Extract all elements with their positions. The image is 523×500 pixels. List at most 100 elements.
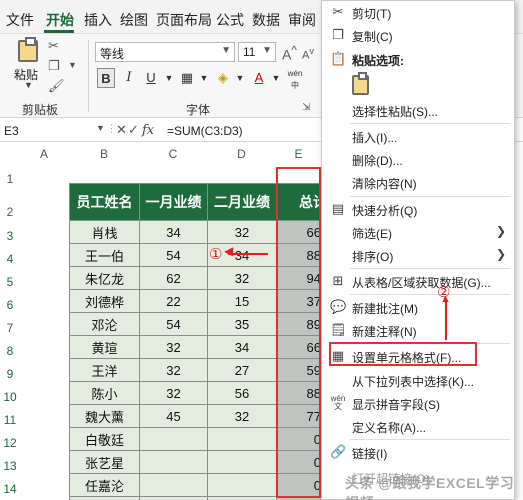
menu-item-new-note[interactable]: 🗒 新建注释(N) (322, 319, 514, 341)
cell-name[interactable]: 魏大薰 (69, 404, 140, 428)
tab-insert[interactable]: 插入 (84, 10, 112, 30)
menu-item-define-name[interactable]: 定义名称(A)... (322, 415, 514, 437)
format-painter-icon[interactable]: 🖌 (48, 78, 65, 94)
cell-january[interactable]: 54 (139, 312, 208, 336)
chevron-down-icon[interactable]: ▼ (160, 68, 178, 88)
column-header-b[interactable]: B (69, 145, 139, 163)
cell-name[interactable]: 白敬廷 (69, 427, 140, 451)
cell-name[interactable]: 黄瑄 (69, 335, 140, 359)
dialog-launcher-icon[interactable]: ⇲ (302, 102, 310, 113)
cell-february[interactable]: 15 (207, 289, 277, 313)
cell-january[interactable]: 32 (139, 381, 208, 405)
formula-input[interactable]: =SUM(C3:D3) (167, 124, 243, 138)
cell-name[interactable]: 任嘉沦 (69, 473, 140, 497)
cell-january[interactable] (139, 427, 208, 451)
cell-february[interactable] (207, 450, 277, 474)
cell-name[interactable]: 朱亿龙 (69, 266, 140, 290)
insert-function-icon[interactable]: fx (142, 123, 154, 138)
cell-february[interactable]: 32 (207, 266, 277, 290)
tab-home[interactable]: 开始 (46, 10, 74, 30)
menu-item-insert[interactable]: 插入(I)... (322, 125, 514, 147)
menu-item-pick-from-list[interactable]: 从下拉列表中选择(K)... (322, 369, 514, 391)
header-cell-february[interactable]: 二月业绩 (207, 183, 277, 221)
italic-button[interactable]: I (120, 68, 138, 88)
tab-file[interactable]: 文件 (6, 10, 34, 30)
cell-name[interactable]: 杨阳 (69, 496, 140, 500)
row-header[interactable]: 2 (0, 205, 20, 219)
menu-item-cut[interactable]: ✂ 剪切(T) (322, 1, 514, 23)
menu-item-sort[interactable]: 排序(O) ❯ (322, 244, 514, 266)
header-cell-name[interactable]: 员工姓名 (69, 183, 140, 221)
phonetic-guide-icon[interactable]: wén 中 (286, 68, 304, 90)
cell-february[interactable] (207, 427, 277, 451)
menu-item-clear[interactable]: 清除内容(N) (322, 171, 514, 193)
row-header[interactable]: 14 (0, 482, 20, 496)
tab-page-layout[interactable]: 页面布局 (156, 10, 212, 30)
cell-february[interactable]: 32 (207, 220, 277, 244)
paste-option-icon[interactable] (352, 72, 369, 95)
increase-font-icon[interactable]: A^ (282, 44, 297, 63)
cell-january[interactable]: 45 (139, 404, 208, 428)
tab-formulas[interactable]: 公式 (216, 10, 244, 30)
menu-item-new-comment[interactable]: 💬 新建批注(M) (322, 296, 514, 318)
chevron-down-icon[interactable]: ▼ (24, 80, 33, 90)
chevron-down-icon[interactable]: ▼ (267, 68, 285, 88)
cell-name[interactable]: 王一伯 (69, 243, 140, 267)
column-header-e[interactable]: E (276, 145, 321, 163)
cell-january[interactable] (139, 450, 208, 474)
row-header[interactable]: 1 (0, 172, 20, 186)
enter-icon[interactable]: ✓ (128, 122, 139, 138)
cell-name[interactable]: 邓沦 (69, 312, 140, 336)
row-header[interactable]: 8 (0, 344, 20, 358)
cell-name[interactable]: 陈小 (69, 381, 140, 405)
menu-item-get-data-from-table[interactable]: ⊞ 从表格/区域获取数据(G)... (322, 270, 514, 292)
font-name-select[interactable]: 等线 ▼ (95, 42, 235, 62)
font-size-select[interactable]: 11 ▼ (238, 42, 276, 62)
row-header[interactable]: 7 (0, 321, 20, 335)
menu-item-filter[interactable]: 筛选(E) ❯ (322, 221, 514, 243)
row-header[interactable]: 3 (0, 229, 20, 243)
cell-january[interactable] (139, 473, 208, 497)
decrease-font-icon[interactable]: Av (302, 46, 314, 62)
tab-data[interactable]: 数据 (252, 10, 280, 30)
row-header[interactable]: 13 (0, 459, 20, 473)
column-header-c[interactable]: C (139, 145, 207, 163)
cell-january[interactable]: 34 (139, 220, 208, 244)
column-header-a[interactable]: A (20, 145, 68, 163)
cell-january[interactable]: 32 (139, 358, 208, 382)
menu-item-delete[interactable]: 删除(D)... (322, 148, 514, 170)
copy-icon[interactable]: ❐ (48, 58, 60, 74)
tab-review[interactable]: 审阅 (288, 10, 316, 30)
cell-february[interactable] (207, 496, 277, 500)
chevron-down-icon[interactable]: ▼ (195, 68, 213, 88)
header-cell-january[interactable]: 一月业绩 (139, 183, 208, 221)
menu-item-copy[interactable]: ❐ 复制(C) (322, 24, 514, 46)
tab-draw[interactable]: 绘图 (120, 10, 148, 30)
cell-january[interactable]: 62 (139, 266, 208, 290)
row-header[interactable]: 4 (0, 252, 20, 266)
menu-item-paste-special[interactable]: 选择性粘贴(S)... (322, 99, 514, 121)
cell-name[interactable]: 刘德桦 (69, 289, 140, 313)
row-header[interactable]: 10 (0, 390, 20, 404)
row-header[interactable]: 6 (0, 298, 20, 312)
row-header[interactable]: 11 (0, 413, 20, 427)
row-header[interactable]: 12 (0, 436, 20, 450)
cell-january[interactable] (139, 496, 208, 500)
bold-button[interactable]: B (97, 68, 115, 88)
cell-february[interactable]: 35 (207, 312, 277, 336)
menu-item-phonetic[interactable]: wén 文显示拼音字段(S) (322, 392, 514, 414)
cell-february[interactable]: 56 (207, 381, 277, 405)
cancel-icon[interactable]: ✕ (116, 122, 127, 138)
chevron-down-icon[interactable]: ▼ (231, 68, 249, 88)
borders-icon[interactable]: ▦ (178, 68, 196, 88)
chevron-down-icon[interactable]: ▼ (96, 123, 105, 133)
cell-january[interactable]: 54 (139, 243, 208, 267)
cut-icon[interactable]: ✂ (48, 38, 59, 54)
column-header-d[interactable]: D (207, 145, 276, 163)
underline-button[interactable]: U (142, 68, 160, 88)
name-box[interactable]: E3 (0, 122, 94, 140)
cell-february[interactable]: 34 (207, 335, 277, 359)
cell-february[interactable]: 32 (207, 404, 277, 428)
cell-name[interactable]: 王洋 (69, 358, 140, 382)
chevron-down-icon[interactable]: ▼ (68, 60, 77, 70)
